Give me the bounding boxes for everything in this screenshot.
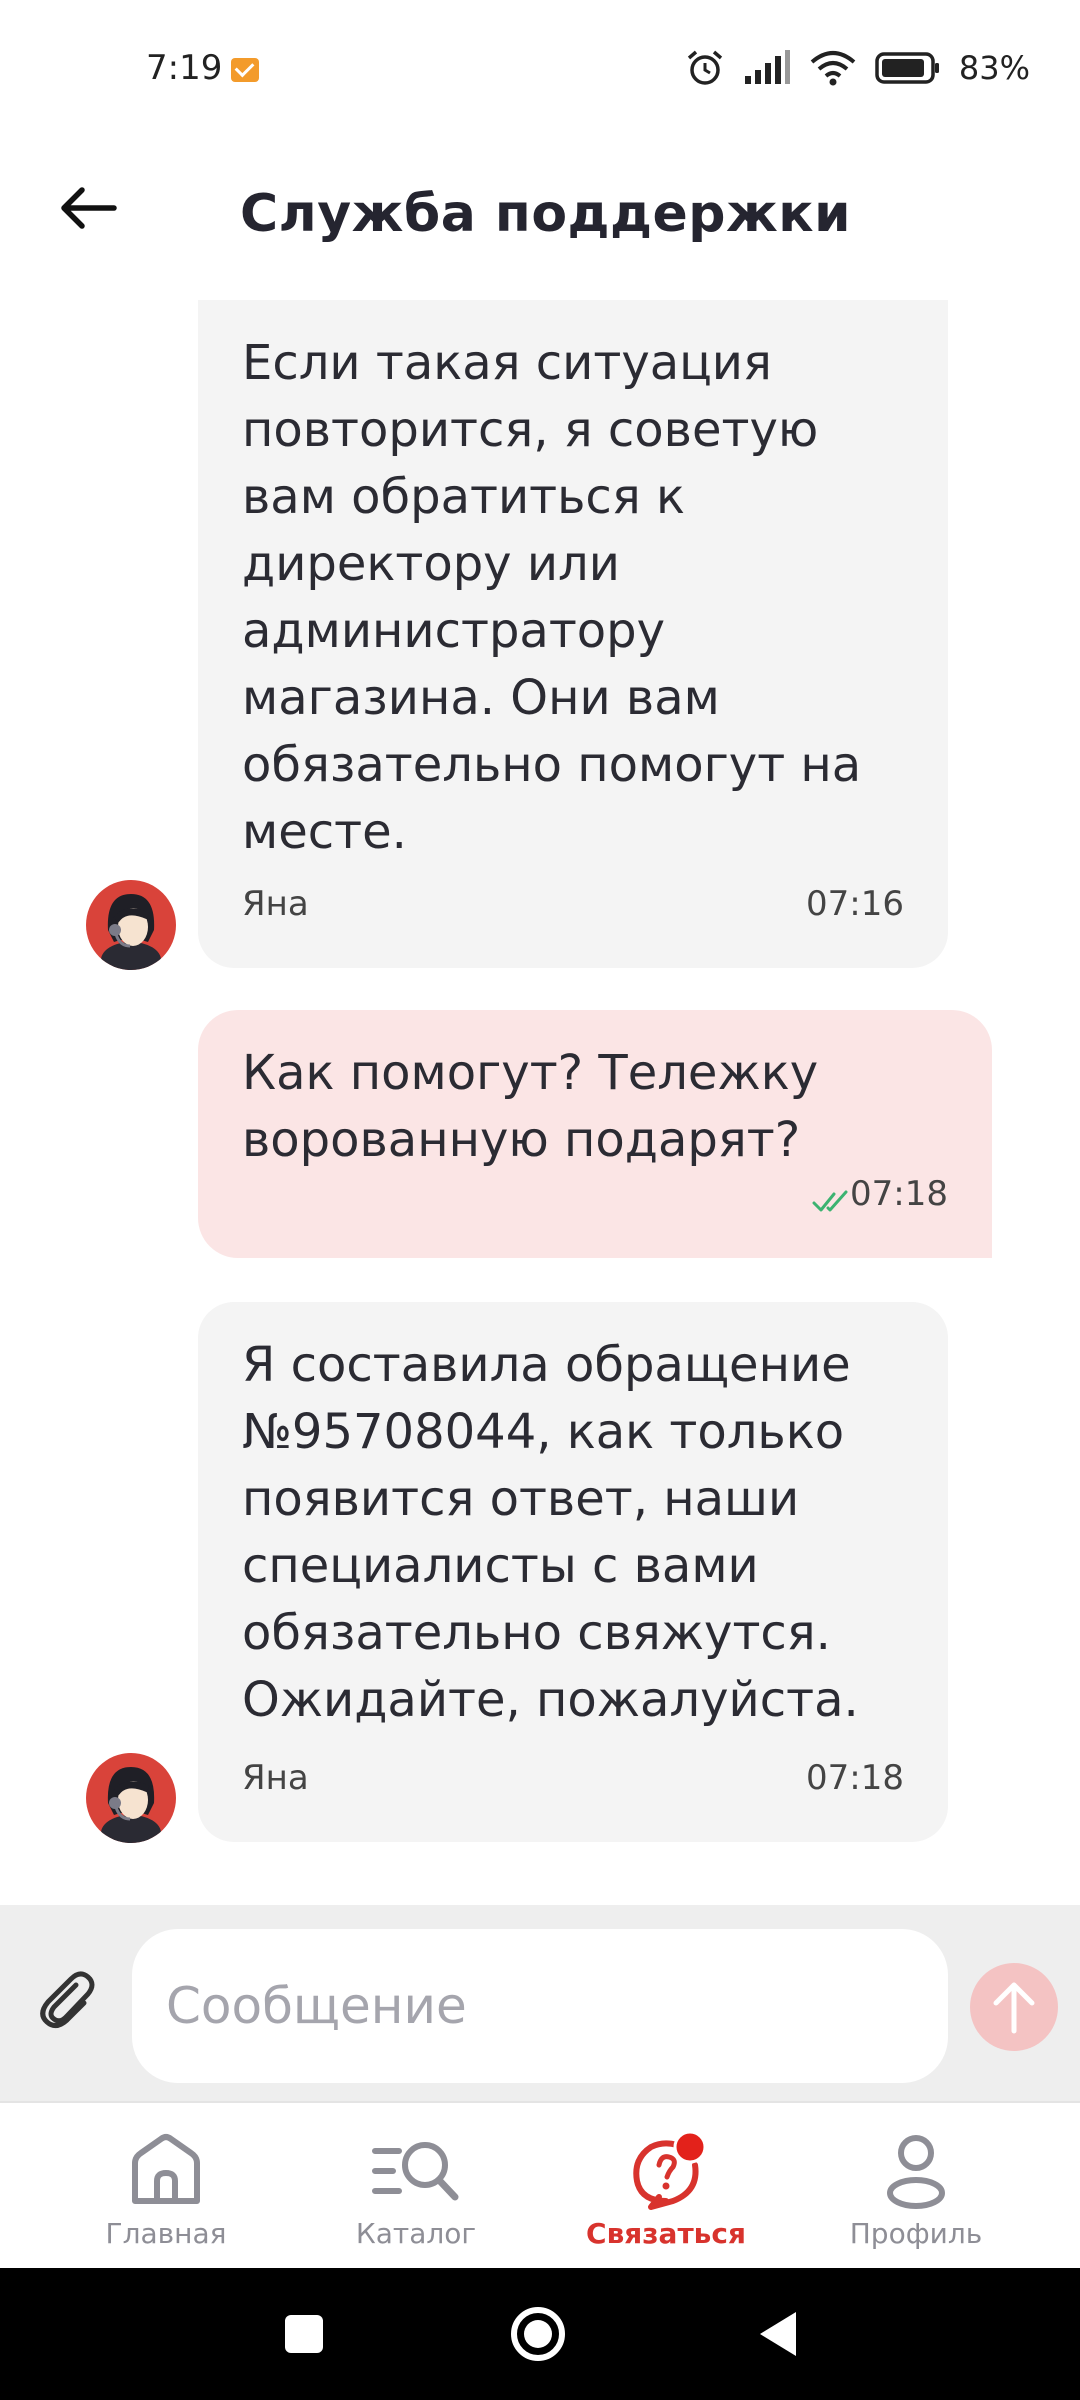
mail-notification-icon xyxy=(231,58,259,82)
battery-percent: 83% xyxy=(958,49,1030,87)
back-nav-button[interactable] xyxy=(748,2304,808,2364)
home-button[interactable] xyxy=(508,2304,568,2364)
attach-button[interactable] xyxy=(32,1965,100,2033)
nav-label: Главная xyxy=(105,2217,227,2250)
message-time: 07:18 xyxy=(850,1174,948,1214)
operator-avatar xyxy=(86,1753,176,1843)
message-composer xyxy=(0,1905,1080,2103)
message-text: Как помогут? Тележку ворованную подарят? xyxy=(242,1045,819,1168)
arrow-up-icon xyxy=(993,1982,1035,2034)
nav-item-contact[interactable]: Связаться xyxy=(566,2113,766,2263)
back-button[interactable] xyxy=(52,172,124,244)
incoming-message: Я составила обращение №95708044, как тол… xyxy=(198,1302,948,1842)
message-author: Яна xyxy=(242,884,309,924)
nav-label: Каталог xyxy=(355,2217,477,2250)
read-check-icon xyxy=(812,1190,848,1212)
arrow-left-icon xyxy=(61,187,117,229)
outgoing-message: Как помогут? Тележку ворованную подарят?… xyxy=(198,1010,992,1258)
system-navigation-bar xyxy=(0,2268,1080,2400)
message-text: Если такая ситуация повторится, я совету… xyxy=(242,335,862,860)
message-time: 07:18 xyxy=(806,1758,904,1798)
status-time: 7:19 xyxy=(146,48,223,88)
catalog-search-icon xyxy=(372,2142,459,2201)
nav-item-profile[interactable]: Профиль xyxy=(816,2113,1016,2263)
message-author: Яна xyxy=(242,1758,309,1798)
status-icons: 83% xyxy=(685,48,1030,88)
paperclip-icon xyxy=(40,1971,95,2028)
nav-item-home[interactable]: Главная xyxy=(66,2113,266,2263)
message-text: Я составила обращение №95708044, как тол… xyxy=(242,1337,859,1728)
nav-label: Профиль xyxy=(849,2217,983,2250)
chat-support-icon xyxy=(633,2131,707,2210)
bottom-navigation: Главная Каталог Связаться Профиль xyxy=(0,2103,1080,2268)
operator-avatar xyxy=(86,880,176,970)
message-time: 07:16 xyxy=(806,884,904,924)
chat-messages[interactable]: Если такая ситуация повторится, я совету… xyxy=(0,280,1080,1905)
battery-icon xyxy=(875,52,939,84)
signal-icon xyxy=(744,50,790,84)
page-title: Служба поддержки xyxy=(240,184,852,244)
send-button[interactable] xyxy=(970,1963,1058,2051)
recent-apps-button[interactable] xyxy=(274,2304,334,2364)
alarm-icon xyxy=(687,50,723,85)
nav-item-catalog[interactable]: Каталог xyxy=(316,2113,516,2263)
wifi-icon xyxy=(810,51,856,86)
message-input[interactable] xyxy=(132,1929,948,2083)
profile-icon xyxy=(887,2135,945,2209)
incoming-message: Если такая ситуация повторится, я совету… xyxy=(198,300,948,968)
home-icon xyxy=(132,2134,200,2204)
status-bar: 7:19 83% xyxy=(0,0,1080,140)
header: Служба поддержки xyxy=(0,140,1080,280)
nav-label: Связаться xyxy=(586,2217,746,2250)
